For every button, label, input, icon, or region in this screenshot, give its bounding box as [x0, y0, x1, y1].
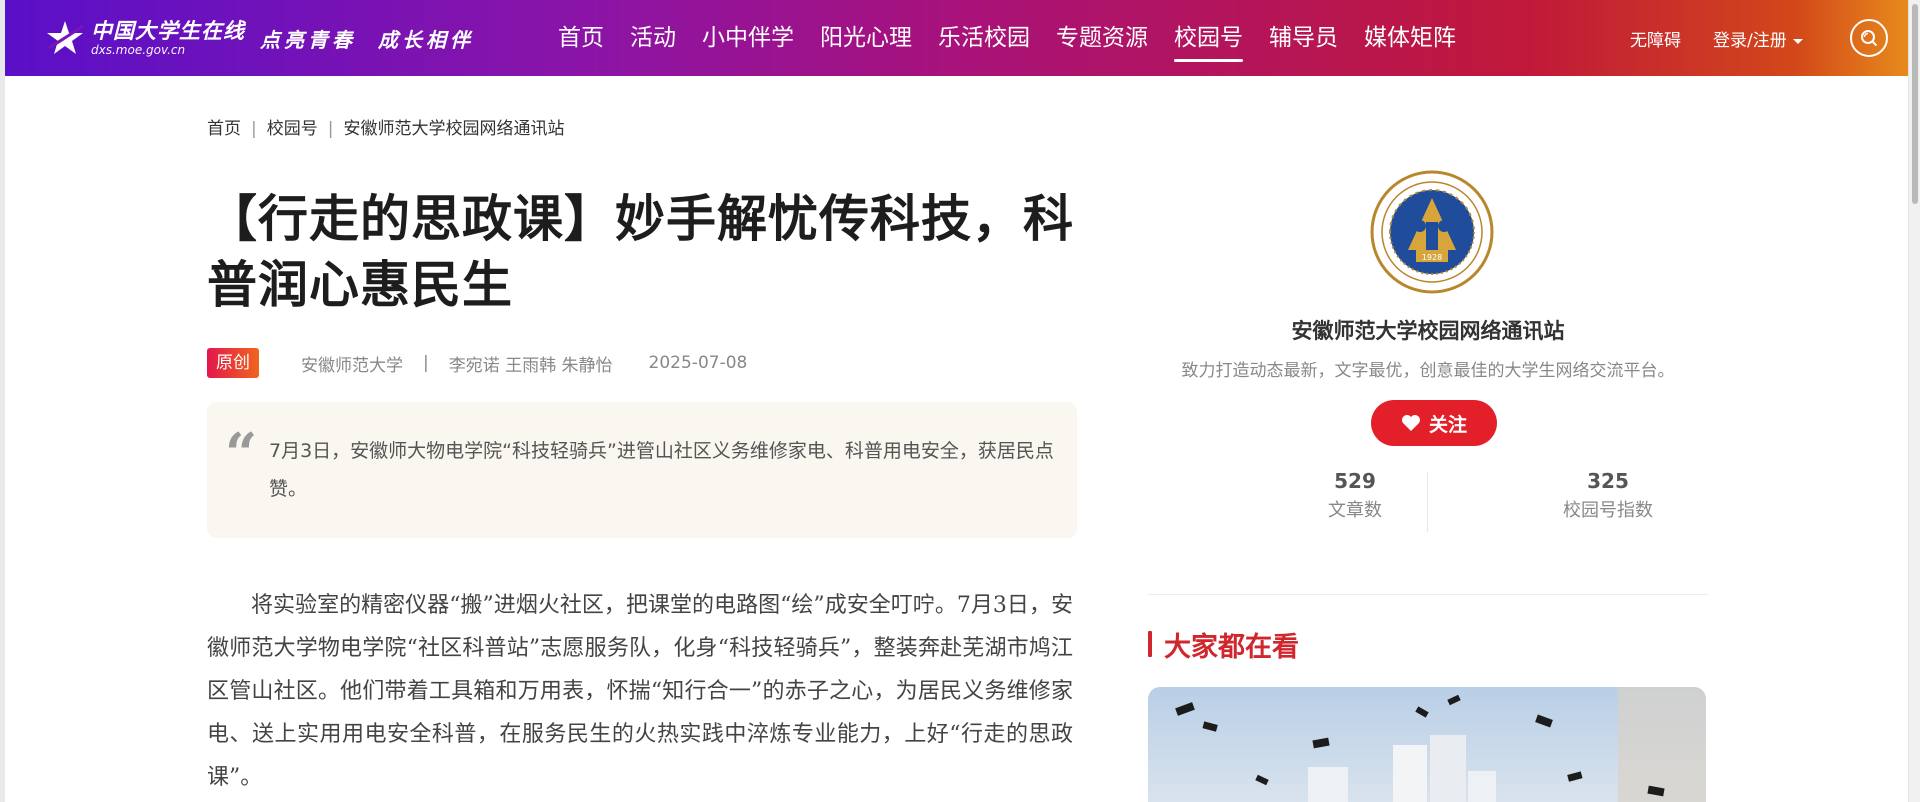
breadcrumb-account[interactable]: 安徽师范大学校园网络通讯站 [343, 119, 564, 139]
article-body: 将实验室的精密仪器“搬”进烟火社区，把课堂的电路图“绘”成安全叮咛。7月3日，安… [207, 593, 1073, 790]
nav-item-companion-learning[interactable]: 小中伴学 [689, 0, 807, 76]
trending-heading: 大家都在看 [1148, 626, 1299, 663]
stat-articles-label: 文章数 [1328, 500, 1382, 521]
scrollbar[interactable] [1908, 0, 1920, 802]
follow-button[interactable]: 关注 [1371, 400, 1497, 446]
logo-text: 中国大学生在线 dxs.moe.gov.cn [91, 19, 245, 57]
article-title: 【行走的思政课】妙手解忧传科技，科普润心惠民生 [207, 190, 1074, 314]
nav-item-home[interactable]: 首页 [545, 0, 617, 76]
site-logo[interactable]: 中国大学生在线 dxs.moe.gov.cn [43, 16, 245, 60]
original-badge: 原创 [207, 348, 259, 378]
nav-item-topic-resources[interactable]: 专题资源 [1043, 0, 1161, 76]
follow-label: 关注 [1428, 413, 1467, 436]
scrollbar-thumb[interactable] [1912, 4, 1918, 204]
main-nav: 首页 活动 小中伴学 阳光心理 乐活校园 专题资源 校园号 辅导员 媒体矩阵 [545, 0, 1469, 76]
caret-down-icon [1792, 38, 1803, 44]
stat-index-label: 校园号指数 [1563, 500, 1653, 521]
breadcrumb: 首页 | 校园号 | 安徽师范大学校园网络通讯站 [207, 114, 564, 139]
quote-icon: “ [225, 421, 258, 487]
meta-separator: | [423, 353, 429, 373]
breadcrumb-separator: | [251, 119, 257, 139]
trending-article-image[interactable] [1148, 687, 1706, 802]
search-icon [1861, 30, 1878, 47]
slogan-part-1: 点亮青春 [260, 28, 356, 52]
article-authors: 李宛诺 王雨韩 朱静怡 [448, 355, 613, 376]
account-description: 致力打造动态最新，文字最优，创意最佳的大学生网络交流平台。 [1181, 361, 1675, 381]
article-school[interactable]: 安徽师范大学 [301, 351, 403, 376]
summary-text: 7月3日，安徽师大物电学院“科技轻骑兵”进管山社区义务维修家电、科普用电安全，获… [269, 440, 1054, 500]
account-stats: 529 文章数 325 校园号指数 [1148, 466, 1708, 534]
article-meta: 原创 安徽师范大学 | 李宛诺 王雨韩 朱静怡 2025-07-08 [207, 348, 747, 378]
page: 中国大学生在线 dxs.moe.gov.cn 点亮青春 成长相伴 首页 活动 小中… [5, 0, 1908, 802]
nav-item-campus-life[interactable]: 乐活校园 [925, 0, 1043, 76]
breadcrumb-campus-accounts[interactable]: 校园号 [267, 119, 318, 139]
breadcrumb-home[interactable]: 首页 [207, 119, 241, 139]
stat-index-value: 325 [1587, 469, 1629, 493]
heart-icon [1401, 415, 1420, 431]
stat-articles-value: 529 [1334, 469, 1376, 493]
logo-name: 中国大学生在线 [91, 19, 245, 43]
stat-divider [1427, 472, 1428, 532]
sidebar-divider [1148, 594, 1708, 595]
stat-index: 325 校园号指数 [1518, 466, 1698, 526]
slogan: 点亮青春 成长相伴 [260, 24, 474, 53]
nav-item-activities[interactable]: 活动 [617, 0, 689, 76]
logo-url: dxs.moe.gov.cn [91, 43, 186, 57]
login-label: 登录/注册 [1713, 31, 1787, 51]
nav-item-psychology[interactable]: 阳光心理 [807, 0, 925, 76]
nav-item-counselors[interactable]: 辅导员 [1256, 0, 1351, 76]
account-name[interactable]: 安徽师范大学校园网络通讯站 [1148, 315, 1708, 345]
breadcrumb-separator: | [327, 119, 334, 139]
login-register-link[interactable]: 登录/注册 [1713, 26, 1803, 51]
nav-item-campus-accounts[interactable]: 校园号 [1161, 0, 1256, 76]
nav-item-media-matrix[interactable]: 媒体矩阵 [1351, 0, 1469, 76]
slogan-part-2: 成长相伴 [378, 28, 474, 52]
trending-heading-text: 大家都在看 [1164, 631, 1299, 663]
seal-year: 1928 [1422, 253, 1442, 262]
search-button[interactable] [1850, 19, 1888, 57]
university-seal-icon: 1928 [1370, 170, 1494, 294]
star-logo-icon [47, 21, 84, 54]
article-date: 2025-07-08 [648, 353, 748, 373]
top-navbar: 中国大学生在线 dxs.moe.gov.cn 点亮青春 成长相伴 首页 活动 小中… [5, 0, 1908, 76]
accessibility-link[interactable]: 无障碍 [1630, 26, 1681, 51]
stat-articles: 529 文章数 [1265, 466, 1445, 526]
heading-accent-bar [1148, 631, 1152, 657]
article-summary: “ 7月3日，安徽师大物电学院“科技轻骑兵”进管山社区义务维修家电、科普用电安全… [207, 402, 1077, 538]
